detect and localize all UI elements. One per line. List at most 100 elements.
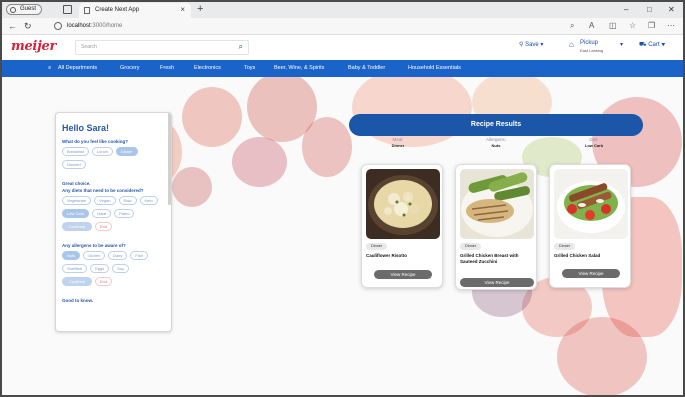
favorites-star-icon[interactable]: ☆ [629, 18, 636, 34]
browser-window: Guest Create Next App × + – □ ✕ ← ↻ loca… [0, 0, 685, 397]
recipe-image-chicken-salad[interactable] [554, 169, 628, 239]
nav-beer-wine-spirits[interactable]: Beer, Wine, & Spirits [274, 60, 324, 77]
profile-icon [10, 7, 16, 13]
chip-dinner[interactable]: Dinner [115, 147, 138, 156]
pickup-label: Pickup [580, 40, 599, 46]
meal-options-row2: Dessert [62, 160, 171, 169]
tab-bar: Guest Create Next App × + – □ ✕ [2, 2, 683, 18]
chip-breakfast[interactable]: Breakfast [62, 147, 89, 156]
diet-actions: Continue End [62, 222, 171, 231]
url-path: :3000/home [90, 23, 123, 29]
refresh-icon[interactable]: ↻ [24, 18, 32, 34]
nav-fresh[interactable]: Fresh [160, 60, 174, 77]
chip-nuts[interactable]: Nuts [62, 251, 81, 260]
chip-lunch[interactable]: Lunch [91, 147, 113, 156]
diet-options: Vegetarian Vegan Raw Keto [62, 196, 171, 205]
chip-soy[interactable]: Soy [112, 264, 130, 273]
back-arrow-icon[interactable]: ← [8, 18, 17, 34]
site-info-icon[interactable] [54, 22, 62, 30]
diet-options-row2: Low Carb Halal Paleo [62, 209, 171, 218]
filter-diet: Diet: Low Carb [564, 137, 624, 149]
recipe-results-header: Recipe Results [349, 114, 643, 136]
recipe-assistant-panel: Hello Sara! What do you feel like cookin… [55, 112, 172, 332]
continue-button-2[interactable]: Continue [62, 277, 93, 286]
end-button[interactable]: End [95, 222, 113, 231]
tab-actions-icon[interactable] [63, 5, 72, 14]
chip-dessert[interactable]: Dessert [62, 160, 86, 169]
chip-vegetarian[interactable]: Vegetarian [62, 196, 92, 205]
view-recipe-button[interactable]: View Recipe [374, 270, 432, 279]
recipe-card[interactable]: Dinner Grilled Chicken Salad View Recipe [549, 164, 631, 288]
recipe-card[interactable]: Dinner Cauliflower Risotto View Recipe [361, 164, 443, 288]
filter-meal: Meal: Dinner [368, 137, 428, 149]
nav-grocery[interactable]: Grocery [120, 60, 140, 77]
close-tab-icon[interactable]: × [180, 3, 185, 17]
view-recipe-button[interactable]: View Recipe [562, 269, 620, 278]
recipe-card[interactable]: Dinner Grilled Chicken Breast with Saute… [455, 164, 537, 290]
close-window-button[interactable]: ✕ [668, 2, 675, 17]
maximize-button[interactable]: □ [647, 2, 652, 17]
chevron-down-icon[interactable]: ▾ [620, 41, 623, 49]
recipe-title: Grilled Chicken Salad [554, 253, 601, 258]
address-field[interactable]: localhost:3000/home [67, 20, 122, 32]
scrollbar[interactable] [168, 113, 171, 205]
tab-create-next-app[interactable]: Create Next App × [79, 3, 191, 18]
split-screen-icon[interactable]: ◫ [609, 18, 617, 34]
guest-profile-button[interactable]: Guest [6, 4, 43, 15]
chip-vegan[interactable]: Vegan [94, 196, 116, 205]
filter-allergens-value: Nuts [491, 143, 501, 148]
nav-household-essentials[interactable]: Household Essentials [408, 60, 461, 77]
store-selector[interactable]: ⚲ Save ▾ [519, 41, 543, 49]
recipe-image-chicken-zucchini[interactable] [460, 169, 534, 239]
chip-raw[interactable]: Raw [118, 196, 137, 205]
search-input[interactable]: Search ⌕ [75, 40, 249, 55]
new-tab-button[interactable]: + [197, 2, 203, 17]
filter-allergens: Allergens: Nuts [466, 137, 526, 149]
chip-keto[interactable]: Keto [139, 196, 158, 205]
pickup-selector[interactable]: ⌂ Pickup East Lansing [569, 39, 603, 55]
nav-all-departments[interactable]: All Departments [58, 60, 97, 77]
nav-electronics[interactable]: Electronics [194, 60, 221, 77]
acknowledgement-text: Great choice. [62, 181, 91, 186]
allergen-options: Nuts Gluten Dairy Fish [62, 251, 171, 260]
greeting-heading: Hello Sara! [62, 123, 110, 133]
nav-baby-toddler[interactable]: Baby & Toddler [348, 60, 385, 77]
chip-eggs[interactable]: Eggs [90, 264, 110, 273]
chip-fish[interactable]: Fish [130, 251, 148, 260]
page-icon [84, 7, 90, 14]
more-menu-icon[interactable]: ⋯ [667, 18, 675, 34]
cart-button[interactable]: ⛟ Cart ▾ [639, 41, 665, 49]
chip-shellfish[interactable]: Shellfish [62, 264, 88, 273]
zoom-icon[interactable]: ⌕ [570, 18, 574, 34]
pickup-icon: ⌂ [569, 40, 574, 49]
address-bar-row: ← ↻ localhost:3000/home ⌕ A ◫ ☆ ❐ ⋯ [2, 18, 683, 35]
chip-low-carb[interactable]: Low Carb [62, 209, 90, 218]
continue-button[interactable]: Continue [62, 222, 93, 231]
search-icon[interactable]: ⌕ [239, 42, 243, 52]
minimize-button[interactable]: – [624, 2, 628, 17]
recipe-image-risotto[interactable] [366, 169, 440, 239]
guest-label: Guest [20, 6, 37, 12]
meijer-logo[interactable]: meijer [11, 39, 56, 54]
end-button-2[interactable]: End [95, 277, 113, 286]
results-filters: Meal: Dinner Allergens: Nuts Diet: Low C… [349, 137, 643, 153]
collections-icon[interactable]: ❐ [648, 18, 655, 34]
category-nav: ≡ All Departments Grocery Fresh Electron… [2, 60, 683, 77]
chip-halal[interactable]: Halal [92, 209, 112, 218]
filter-diet-value: Low Carb [584, 143, 604, 148]
read-aloud-icon[interactable]: A [589, 18, 594, 34]
store-label: Save [525, 42, 539, 48]
view-recipe-button[interactable]: View Recipe [460, 278, 534, 287]
search-placeholder: Search [81, 44, 97, 50]
menu-hamburger-icon[interactable]: ≡ [48, 60, 51, 77]
chip-dairy[interactable]: Dairy [108, 251, 128, 260]
chip-paleo[interactable]: Paleo [114, 209, 135, 218]
meal-badge: Dinner [366, 243, 388, 250]
nav-toys[interactable]: Toys [244, 60, 255, 77]
recipe-title: Grilled Chicken Breast with Sauteed Zucc… [460, 253, 519, 264]
chip-gluten[interactable]: Gluten [83, 251, 106, 260]
url-host: localhost [67, 23, 91, 29]
question-meal: What do you feel like cooking? [62, 139, 129, 144]
site-header: meijer Search ⌕ ⚲ Save ▾ ⌂ Pickup East L… [2, 35, 683, 60]
question-allergens: Any allergens to be aware of? [62, 243, 126, 248]
